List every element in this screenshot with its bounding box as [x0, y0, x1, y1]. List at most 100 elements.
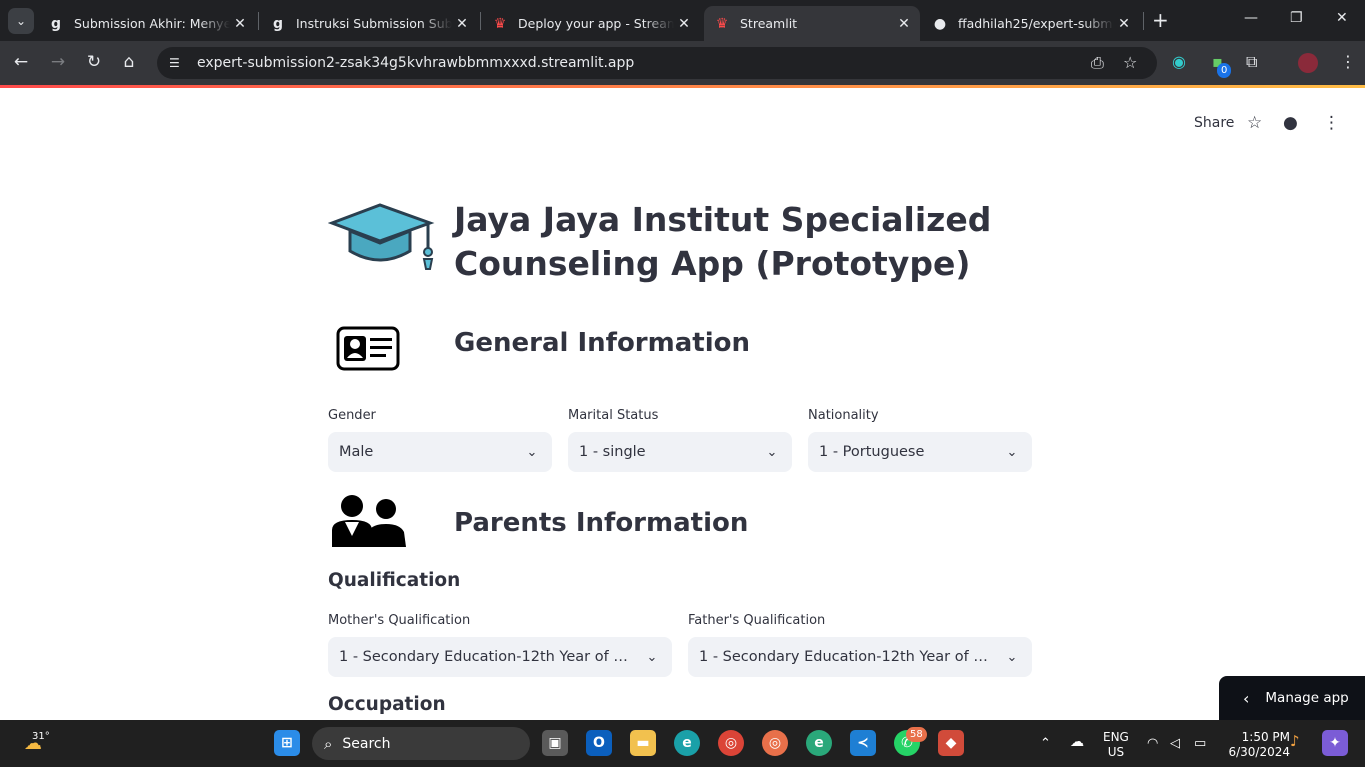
time-text: 1:50 PM [1241, 730, 1290, 744]
browser-tab[interactable]: g Submission Akhir: Menyelesa ✕ [38, 6, 256, 41]
tab-title: Instruksi Submission Submis [296, 16, 452, 31]
nationality-label: Nationality [808, 408, 879, 423]
marital-status-label: Marital Status [568, 408, 659, 423]
gender-label: Gender [328, 408, 376, 423]
nationality-select[interactable]: 1 - Portuguese ⌄ [808, 432, 1032, 472]
general-info-heading: General Information [454, 328, 750, 358]
reload-icon[interactable]: ↻ [83, 52, 105, 72]
tab-search-dropdown-icon[interactable]: ⌄ [8, 8, 34, 34]
chevron-down-icon: ⌄ [766, 444, 778, 460]
gender-select[interactable]: Male ⌄ [328, 432, 552, 472]
copilot-icon[interactable]: ✦ [1322, 730, 1348, 756]
git-icon[interactable]: ◆ [938, 730, 964, 756]
parents-info-heading: Parents Information [454, 508, 749, 538]
restore-icon[interactable]: ❐ [1290, 10, 1303, 26]
streamlit-top-decoration [0, 85, 1365, 88]
close-icon[interactable]: ✕ [452, 16, 472, 32]
close-icon[interactable]: ✕ [894, 16, 914, 32]
install-app-icon[interactable]: ⎙ [1091, 53, 1104, 73]
profile-avatar[interactable] [1298, 53, 1318, 73]
chevron-down-icon: ⌄ [646, 649, 658, 665]
address-bar[interactable]: ☰ expert-submission2-zsak34g5kvhrawbbmmx… [157, 47, 1157, 79]
manage-app-button[interactable]: ‹ Manage app [1219, 676, 1365, 720]
forward-icon[interactable]: → [47, 52, 69, 72]
chevron-down-icon: ⌄ [1006, 649, 1018, 665]
page-title: Jaya Jaya Institut Specialized Counselin… [454, 200, 992, 283]
chevron-up-icon[interactable]: ⌃ [1040, 736, 1051, 751]
site-info-icon[interactable]: ☰ [169, 56, 185, 70]
tab-title: ffadhilah25/expert-submissio [958, 16, 1114, 31]
marital-status-select[interactable]: 1 - single ⌄ [568, 432, 792, 472]
father-qualification-select[interactable]: 1 - Secondary Education-12th Year of Sch… [688, 637, 1032, 677]
browser-tab[interactable]: g Instruksi Submission Submis ✕ [260, 6, 478, 41]
url-text[interactable]: expert-submission2-zsak34g5kvhrawbbmmxxx… [197, 55, 634, 71]
close-icon[interactable]: ✕ [1114, 16, 1134, 32]
close-icon[interactable]: ✕ [674, 16, 694, 32]
tab-title: Streamlit [740, 16, 798, 31]
chevron-left-icon: ‹ [1243, 688, 1250, 708]
whatsapp-badge: 58 [906, 727, 927, 742]
back-icon[interactable]: ← [10, 52, 32, 72]
browser-tab-active[interactable]: ♛ Streamlit ✕ [704, 6, 920, 41]
parents-icon [332, 495, 406, 547]
battery-icon[interactable]: ▭ [1194, 736, 1206, 751]
browser-tab[interactable]: ● ffadhilah25/expert-submissio ✕ [922, 6, 1140, 41]
github-icon: ● [933, 15, 947, 32]
mother-qualification-select[interactable]: 1 - Secondary Education-12th Year of Sch… [328, 637, 672, 677]
search-placeholder: Search [342, 735, 391, 752]
search-icon: ⌕ [324, 734, 333, 753]
dicoding-icon: g [50, 15, 62, 32]
language-indicator[interactable]: ENG US [1103, 730, 1129, 760]
extension-icon[interactable]: ◉ [1172, 52, 1186, 71]
clock[interactable]: 1:50 PM 6/30/2024 [1224, 730, 1290, 760]
file-explorer-icon[interactable]: ▬ [630, 730, 656, 756]
nationality-value: 1 - Portuguese [819, 444, 925, 460]
home-icon[interactable]: ⌂ [118, 52, 140, 72]
notification-bell-icon[interactable]: ♪ [1290, 734, 1300, 749]
edge-dev-icon[interactable]: e [806, 730, 832, 756]
vscode-icon[interactable]: ≺ [850, 730, 876, 756]
region-text: US [1107, 745, 1125, 759]
occupation-heading: Occupation [328, 694, 446, 715]
window-close-icon[interactable]: ✕ [1336, 10, 1348, 26]
weather-temp: 31° [32, 731, 50, 742]
edge-icon[interactable]: e [674, 730, 700, 756]
new-tab-button[interactable]: + [1152, 8, 1169, 32]
father-qualification-value: 1 - Secondary Education-12th Year of Sch… [699, 649, 992, 665]
gender-value: Male [339, 444, 374, 460]
github-icon[interactable]: ● [1283, 113, 1298, 133]
mother-qualification-value: 1 - Secondary Education-12th Year of Sch… [339, 649, 632, 665]
taskbar-search[interactable]: ⌕ Search [312, 727, 530, 760]
extensions-puzzle-icon[interactable]: ⧉ [1246, 52, 1257, 72]
share-button[interactable]: Share [1194, 115, 1234, 131]
star-icon[interactable]: ☆ [1247, 113, 1262, 133]
browser-tab[interactable]: ♛ Deploy your app - Streamlit ✕ [482, 6, 700, 41]
outlook-icon[interactable]: O [586, 730, 612, 756]
streamlit-crown-icon: ♛ [493, 15, 507, 32]
close-icon[interactable]: ✕ [230, 16, 250, 32]
chrome-icon[interactable]: ◎ [718, 730, 744, 756]
date-text: 6/30/2024 [1228, 745, 1290, 759]
id-card-icon [336, 326, 400, 371]
dicoding-icon: g [272, 15, 284, 32]
streamlit-crown-icon: ♛ [715, 15, 729, 32]
browser-menu-icon[interactable]: ⋮ [1340, 52, 1356, 71]
marital-status-value: 1 - single [579, 444, 646, 460]
father-qualification-label: Father's Qualification [688, 613, 826, 628]
tab-title: Deploy your app - Streamlit [518, 16, 674, 31]
onedrive-icon[interactable]: ☁ [1070, 735, 1084, 750]
windows-start-icon[interactable]: ⊞ [274, 730, 300, 756]
manage-app-label: Manage app [1265, 690, 1349, 706]
volume-icon[interactable]: ◁ [1170, 736, 1180, 751]
chrome-profile-icon[interactable]: ◎ [762, 730, 788, 756]
qualification-heading: Qualification [328, 570, 461, 591]
chevron-down-icon: ⌄ [526, 444, 538, 460]
lang-text: ENG [1103, 730, 1129, 744]
main-menu-icon[interactable]: ⋮ [1323, 113, 1340, 133]
wifi-icon[interactable]: ◠ [1147, 736, 1158, 751]
minimize-icon[interactable]: — [1244, 10, 1258, 26]
bookmark-star-icon[interactable]: ☆ [1123, 53, 1137, 72]
mother-qualification-label: Mother's Qualification [328, 613, 471, 628]
graduation-cap-image [328, 203, 435, 270]
task-view-icon[interactable]: ▣ [542, 730, 568, 756]
